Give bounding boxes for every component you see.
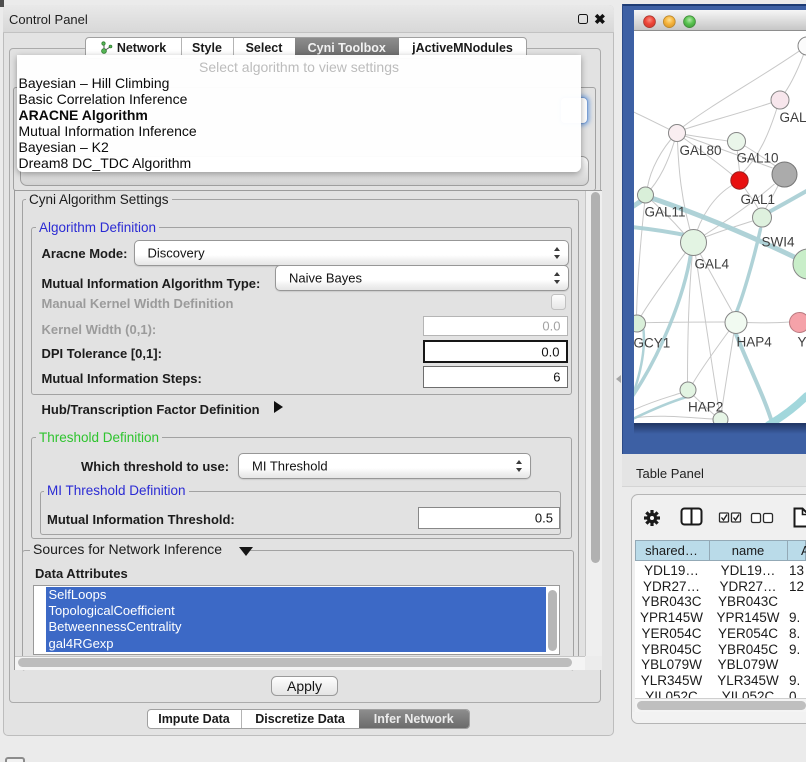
svg-text:SWI4: SWI4 [761,235,794,250]
svg-text:HAP4: HAP4 [736,335,772,350]
svg-text:GAL4: GAL4 [694,257,729,272]
svg-text:GCY1: GCY1 [634,336,670,351]
svg-text:GAL: GAL [779,110,806,125]
svg-text:GAL10: GAL10 [736,151,778,166]
svg-text:HAP2: HAP2 [688,400,723,415]
svg-text:GAL80: GAL80 [679,143,721,158]
svg-text:GAL11: GAL11 [644,205,685,220]
svg-text:Y: Y [797,335,806,350]
svg-text:GAL1: GAL1 [740,192,775,207]
